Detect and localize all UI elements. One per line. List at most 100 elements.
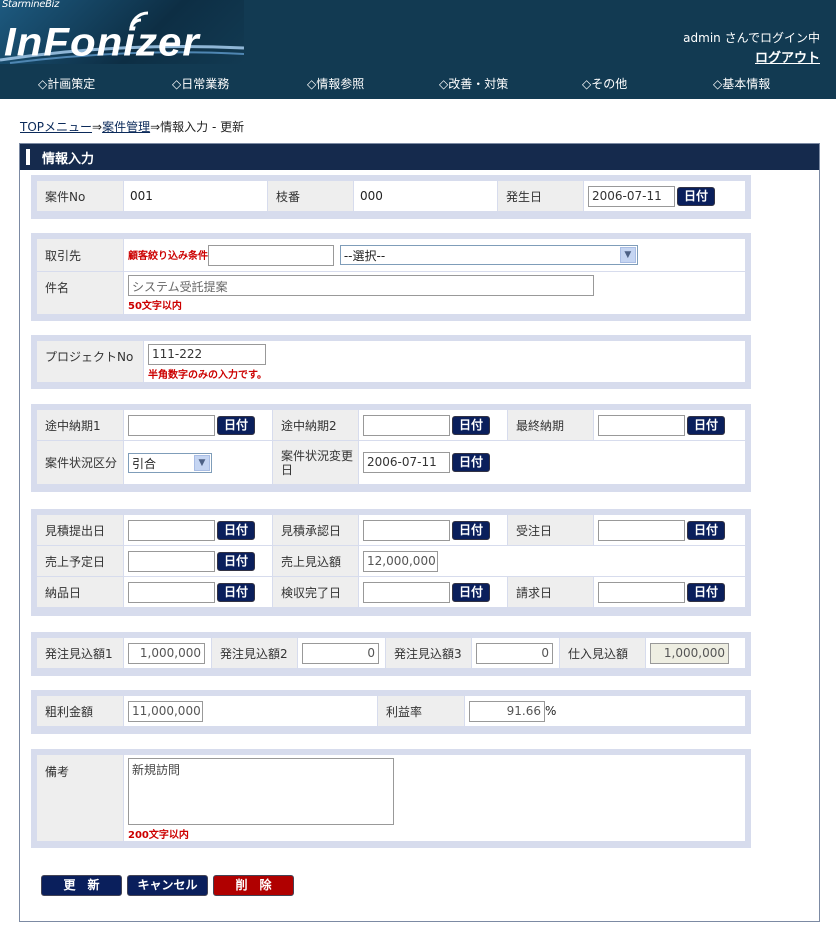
invoice-cell: 日付 — [593, 576, 746, 608]
quote-approve-label: 見積承認日 — [272, 514, 359, 546]
chevron-down-icon[interactable]: ▼ — [619, 247, 636, 263]
final-date-button[interactable]: 日付 — [687, 415, 725, 435]
invoice-label: 請求日 — [507, 576, 594, 608]
quote-approve-date-button[interactable]: 日付 — [452, 520, 490, 540]
subject-label: 件名 — [36, 271, 124, 315]
status-date-label: 案件状況変更日 — [272, 440, 359, 485]
chevron-down-icon[interactable]: ▼ — [194, 454, 210, 471]
quote-submit-date-button[interactable]: 日付 — [217, 520, 255, 540]
final-input[interactable] — [598, 414, 685, 436]
breadcrumb-current: 情報入力 - 更新 — [160, 120, 245, 134]
dates-table: 見積提出日 日付 見積承認日 日付 受注日 日付 売上予定日 日付 売上見込額 … — [36, 514, 746, 608]
client-select-value: --選択-- — [343, 249, 386, 263]
subject-note: 50文字以内 — [128, 301, 182, 312]
delivery-cell: 日付 — [123, 576, 273, 608]
status-select[interactable]: 引合 ▼ — [128, 452, 212, 473]
sales-est-label: 売上見込額 — [272, 545, 359, 577]
inspection-date-button[interactable]: 日付 — [452, 582, 490, 602]
sales-plan-cell: 日付 — [123, 545, 273, 577]
nav-daily[interactable]: ◇日常業務 — [172, 75, 229, 92]
cancel-button[interactable]: キャンセル — [127, 875, 208, 896]
po1-input[interactable]: 1,000,000 — [128, 642, 205, 664]
section-orders: 発注見込額1 1,000,000 発注見込額2 0 発注見込額3 0 仕入見込額… — [31, 632, 751, 676]
sales-plan-label: 売上予定日 — [36, 545, 124, 577]
status-label: 案件状況区分 — [36, 440, 124, 485]
remarks-label: 備考 — [36, 754, 124, 842]
order-cell: 日付 — [593, 514, 746, 546]
status-date-cell: 2006-07-11 日付 — [358, 440, 746, 485]
final-cell: 日付 — [593, 409, 746, 441]
margin-label: 利益率 — [377, 695, 465, 727]
logo-small-text: StarmineBiz — [2, 0, 60, 10]
status-date-button[interactable]: 日付 — [452, 453, 490, 472]
po2-input[interactable]: 0 — [302, 642, 379, 664]
breadcrumb: TOPメニュー⇒案件管理⇒情報入力 - 更新 — [20, 118, 244, 135]
deadline-table: 途中納期1 日付 途中納期2 日付 最終納期 日付 案件状況区分 引合 ▼ 案件状… — [36, 409, 746, 485]
project-table: プロジェクトNo 111-222 半角数字のみの入力です。 — [36, 340, 746, 383]
order-date-button[interactable]: 日付 — [687, 520, 725, 540]
sales-plan-date-button[interactable]: 日付 — [217, 551, 255, 571]
occur-date-input[interactable]: 2006-07-11 — [588, 185, 675, 207]
inspection-input[interactable] — [363, 581, 450, 603]
remarks-cell: 新規訪問 200文字以内 — [123, 754, 746, 842]
gross-input[interactable]: 11,000,000 — [128, 700, 203, 722]
purchase-cell: 1,000,000 — [645, 637, 746, 669]
breadcrumb-top-link[interactable]: TOPメニュー — [20, 120, 92, 134]
order-input[interactable] — [598, 519, 685, 541]
section-case: 案件No 001 枝番 000 発生日 2006-07-11 日付 — [31, 175, 751, 219]
gross-label: 粗利金額 — [36, 695, 124, 727]
app-logo[interactable]: StarmineBiz InFonizer — [0, 0, 244, 64]
quote-approve-cell: 日付 — [358, 514, 508, 546]
po3-label: 発注見込額3 — [385, 637, 472, 669]
subject-input[interactable]: システム受託提案 — [128, 275, 594, 296]
nav-plan[interactable]: ◇計画策定 — [38, 75, 95, 92]
mid1-date-button[interactable]: 日付 — [217, 415, 255, 435]
client-table: 取引先 顧客絞り込み条件 --選択-- ▼ 件名 システム受託提案 50文字以内 — [36, 238, 746, 315]
quote-approve-input[interactable] — [363, 519, 450, 541]
nav-info[interactable]: ◇情報参照 — [307, 75, 364, 92]
invoice-date-button[interactable]: 日付 — [687, 582, 725, 602]
status-date-input[interactable]: 2006-07-11 — [363, 452, 450, 473]
orders-table: 発注見込額1 1,000,000 発注見込額2 0 発注見込額3 0 仕入見込額… — [36, 637, 746, 669]
client-select[interactable]: --選択-- ▼ — [339, 245, 638, 265]
section-remarks: 備考 新規訪問 200文字以内 — [31, 749, 751, 848]
mid2-date-button[interactable]: 日付 — [452, 415, 490, 435]
mid2-input[interactable] — [363, 414, 450, 436]
po3-input[interactable]: 0 — [476, 642, 553, 664]
invoice-input[interactable] — [598, 581, 685, 603]
update-button[interactable]: 更 新 — [41, 875, 122, 896]
breadcrumb-case-link[interactable]: 案件管理 — [102, 120, 150, 134]
nav-other[interactable]: ◇その他 — [582, 75, 627, 92]
case-no-label: 案件No — [36, 180, 124, 212]
nav-improve[interactable]: ◇改善・対策 — [439, 75, 508, 92]
sales-est-input[interactable]: 12,000,000 — [363, 550, 438, 572]
filter-input[interactable] — [208, 244, 334, 266]
delivery-input[interactable] — [128, 581, 215, 603]
section-project: プロジェクトNo 111-222 半角数字のみの入力です。 — [31, 335, 751, 389]
remarks-textarea[interactable]: 新規訪問 — [128, 758, 394, 825]
section-dates: 見積提出日 日付 見積承認日 日付 受注日 日付 売上予定日 日付 売上見込額 … — [31, 509, 751, 616]
occur-date-button[interactable]: 日付 — [677, 186, 715, 206]
mid1-input[interactable] — [128, 414, 215, 436]
delivery-date-button[interactable]: 日付 — [217, 582, 255, 602]
logout-link[interactable]: ログアウト — [755, 47, 820, 66]
purchase-input: 1,000,000 — [650, 642, 729, 664]
main-nav: ◇計画策定 ◇日常業務 ◇情報参照 ◇改善・対策 ◇その他 ◇基本情報 — [0, 67, 836, 99]
section-deadlines: 途中納期1 日付 途中納期2 日付 最終納期 日付 案件状況区分 引合 ▼ 案件状… — [31, 404, 751, 492]
margin-input[interactable]: 91.66 — [469, 700, 545, 722]
po2-cell: 0 — [297, 637, 386, 669]
delete-button[interactable]: 削 除 — [213, 875, 294, 896]
nav-basic[interactable]: ◇基本情報 — [713, 75, 770, 92]
branch-label: 枝番 — [267, 180, 354, 212]
quote-submit-input[interactable] — [128, 519, 215, 541]
quote-submit-label: 見積提出日 — [36, 514, 124, 546]
sales-plan-input[interactable] — [128, 550, 215, 572]
section-profit: 粗利金額 11,000,000 利益率 91.66% — [31, 690, 751, 734]
project-input[interactable]: 111-222 — [148, 344, 266, 365]
app-header: StarmineBiz InFonizer admin さんでログイン中 ログア… — [0, 0, 836, 67]
purchase-label: 仕入見込額 — [559, 637, 646, 669]
mid2-cell: 日付 — [358, 409, 508, 441]
remarks-note: 200文字以内 — [128, 830, 189, 841]
quote-submit-cell: 日付 — [123, 514, 273, 546]
client-label: 取引先 — [36, 238, 124, 272]
